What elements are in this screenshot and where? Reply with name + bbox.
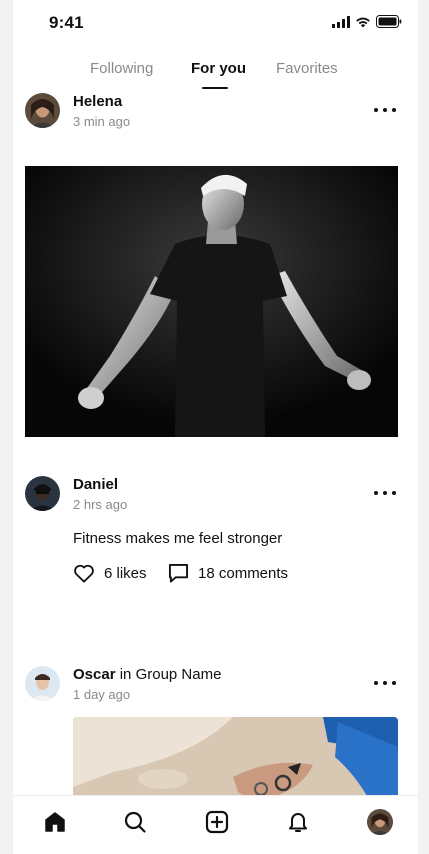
tab-following[interactable]: Following [90, 60, 153, 77]
post-username[interactable]: Oscar [73, 666, 116, 683]
comment-count: 18 comments [198, 564, 289, 582]
comment-button[interactable]: 18 comments [168, 563, 288, 583]
bottom-nav [13, 795, 418, 854]
like-button[interactable]: 6 likes [73, 563, 147, 583]
post-timestamp: 3 min ago [73, 114, 131, 129]
bell-icon [289, 813, 307, 832]
nav-profile[interactable] [366, 808, 394, 836]
more-options-icon[interactable] [374, 676, 396, 690]
more-options-icon[interactable] [374, 486, 396, 500]
profile-avatar [367, 809, 393, 835]
tab-for-you[interactable]: For you [191, 60, 246, 77]
group-name[interactable]: Group Name [136, 666, 222, 683]
plus-square-icon [205, 810, 229, 834]
post-username[interactable]: Daniel [73, 476, 118, 493]
avatar[interactable] [25, 93, 60, 128]
status-time: 9:41 [49, 13, 84, 32]
battery-icon [376, 15, 402, 28]
heart-icon [74, 564, 94, 583]
nav-notifications[interactable] [284, 808, 312, 836]
status-bar: 9:41 [13, 0, 418, 46]
post-header: Oscar in Group Name [73, 666, 221, 683]
post-photo[interactable] [73, 717, 398, 807]
group-prefix: in [119, 666, 132, 683]
search-icon [124, 811, 146, 833]
post-photo[interactable] [25, 166, 398, 437]
post-timestamp: 1 day ago [73, 687, 131, 702]
feed-tabs: Following For you Favorites [13, 58, 418, 94]
signal-icon [332, 15, 350, 28]
phone-screen: 9:41 Following For you Favorites Helena … [13, 0, 418, 854]
nav-home[interactable] [41, 808, 69, 836]
tab-favorites[interactable]: Favorites [276, 60, 338, 77]
nav-create[interactable] [203, 808, 231, 836]
wifi-icon [356, 17, 370, 27]
active-tab-indicator [202, 87, 228, 89]
post-text: Fitness makes me feel stronger [73, 530, 283, 547]
like-count: 6 likes [104, 564, 147, 582]
more-options-icon[interactable] [374, 103, 396, 117]
status-icons [332, 15, 402, 28]
post-timestamp: 2 hrs ago [73, 497, 128, 512]
avatar[interactable] [25, 476, 60, 511]
comment-icon [168, 563, 189, 583]
home-icon [45, 812, 65, 832]
post-username[interactable]: Helena [73, 93, 122, 110]
avatar[interactable] [25, 666, 60, 701]
nav-search[interactable] [121, 808, 149, 836]
